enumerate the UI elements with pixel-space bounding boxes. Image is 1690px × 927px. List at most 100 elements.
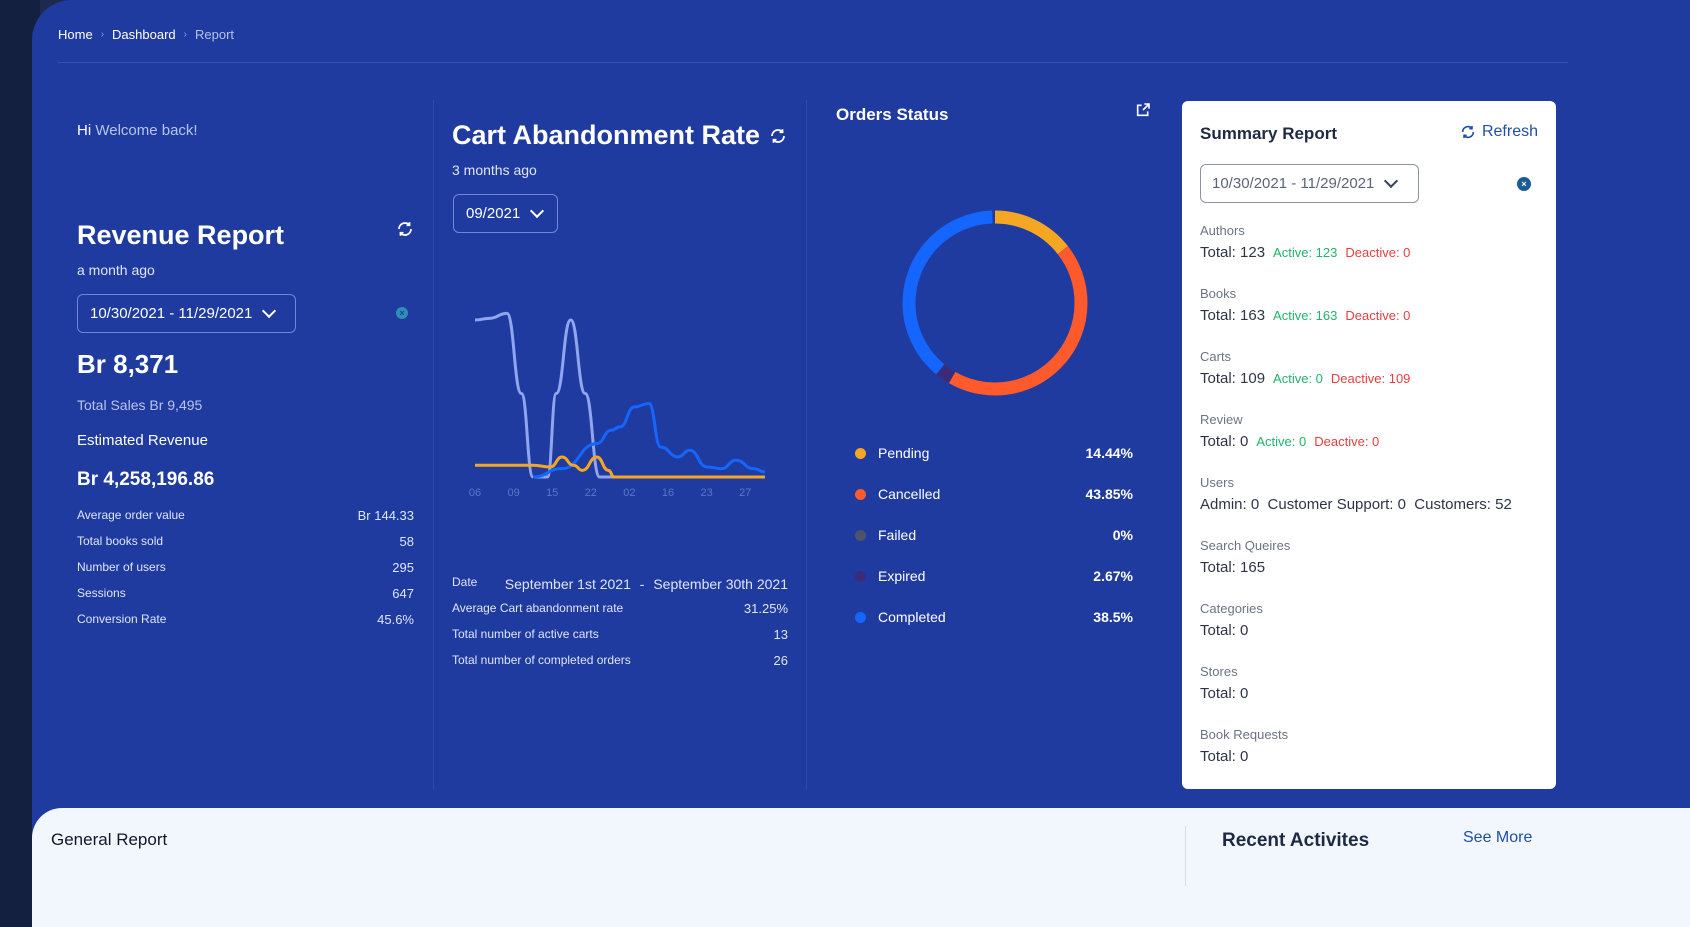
failed-dot xyxy=(855,529,866,541)
breadcrumb-dashboard[interactable]: Dashboard xyxy=(112,27,176,42)
refresh-label: Refresh xyxy=(1481,123,1538,140)
section-label: Books xyxy=(1200,286,1237,301)
x-tick-label: 23 xyxy=(700,487,712,499)
section-total: Total: 0 xyxy=(1200,748,1249,765)
revenue-date-range: 10/30/2021 - 11/29/2021 xyxy=(90,305,253,322)
estimated-revenue-label: Estimated Revenue xyxy=(77,432,208,449)
section-total: Total: 109 xyxy=(1200,370,1266,387)
section-label: Users xyxy=(1200,475,1234,490)
see-more-link[interactable]: See More xyxy=(1463,829,1532,847)
date-label: Date xyxy=(452,575,478,589)
stat-label: Total number of active carts xyxy=(452,627,599,641)
stat-value: 45.6% xyxy=(377,612,414,627)
section-label: Authors xyxy=(1200,223,1245,238)
legend-value: 2.67% xyxy=(1093,568,1133,584)
section-label: Book Requests xyxy=(1200,727,1289,742)
stat-label: Average order value xyxy=(77,508,185,522)
summary-section-stores: Stores Total: 0 xyxy=(1200,664,1248,702)
chevron-down-icon xyxy=(262,303,277,319)
estimated-revenue-value: Br 4,258,196.86 xyxy=(77,469,215,490)
legend-item-cancelled: Cancelled 43.85% xyxy=(855,486,1133,502)
chevron-down-icon xyxy=(530,203,545,219)
cart-subtitle: 3 months ago xyxy=(452,162,537,178)
section-total: Total: 165 xyxy=(1200,559,1266,576)
summary-date-picker[interactable]: 10/30/2021 - 11/29/2021 xyxy=(1200,164,1419,203)
series-line-0 xyxy=(474,311,615,479)
breadcrumb: Home › Dashboard › Report xyxy=(58,27,234,42)
section-total: Total: 163 xyxy=(1200,307,1266,324)
summary-date-range: 10/30/2021 - 11/29/2021 xyxy=(1212,175,1375,192)
cart-title: Cart Abandonment Rate xyxy=(452,120,761,150)
section-label: Review xyxy=(1200,412,1243,427)
x-tick-label: 16 xyxy=(662,487,674,499)
stat-value: 295 xyxy=(392,560,414,575)
month-picker[interactable]: 09/2021 xyxy=(453,194,558,233)
pending-dot xyxy=(855,447,866,459)
total-sales: Total Sales Br 9,495 xyxy=(77,397,203,413)
legend-value: 14.44% xyxy=(1085,445,1133,461)
completed-dot xyxy=(855,611,866,623)
section-label: Search Queires xyxy=(1200,538,1291,553)
clear-date-icon[interactable]: × xyxy=(1517,177,1531,191)
section-deactive: Deactive: 0 xyxy=(1345,308,1411,323)
summary-section-review: Review Total: 0 Active: 0 Deactive: 0 xyxy=(1200,412,1379,450)
stat-label: Number of users xyxy=(77,560,166,574)
refresh-icon[interactable] xyxy=(769,127,787,145)
stat-row: Total books sold 58 xyxy=(77,534,414,549)
stat-row: Conversion Rate 45.6% xyxy=(77,612,414,627)
legend-item-failed: Failed 0% xyxy=(855,527,1133,543)
section-active: Active: 0 xyxy=(1256,434,1307,449)
legend-label: Failed xyxy=(878,527,917,543)
stat-row: Number of users 295 xyxy=(77,560,414,575)
chevron-right-icon: › xyxy=(183,29,187,40)
chevron-down-icon xyxy=(1384,173,1399,189)
summary-section-books: Books Total: 163 Active: 163 Deactive: 0 xyxy=(1200,286,1410,324)
revenue-date-picker[interactable]: 10/30/2021 - 11/29/2021 xyxy=(77,294,296,333)
month-value: 09/2021 xyxy=(466,205,521,222)
date-to: September 30th 2021 xyxy=(653,576,788,592)
orders-title: Orders Status xyxy=(836,105,949,124)
bottom-panel: General Report Recent Activites See More xyxy=(32,808,1690,927)
column-divider xyxy=(433,100,434,790)
legend-item-completed: Completed 38.5% xyxy=(855,609,1133,625)
stat-value: 31.25% xyxy=(743,601,788,616)
x-tick-label: 15 xyxy=(546,487,558,499)
recent-activities-title: Recent Activites xyxy=(1222,830,1370,851)
refresh-icon[interactable] xyxy=(396,220,414,238)
section-deactive: Deactive: 0 xyxy=(1314,434,1380,449)
x-tick-label: 27 xyxy=(739,487,751,499)
greeting: Hi Welcome back! xyxy=(77,122,198,139)
series-line-1 xyxy=(532,402,766,479)
greeting-hi: Hi xyxy=(77,122,92,139)
legend-label: Pending xyxy=(878,445,930,461)
divider xyxy=(1185,826,1186,886)
cart-stat-row: Total number of completed orders 26 xyxy=(452,653,788,668)
greeting-message: Welcome back! xyxy=(95,122,198,139)
stat-label: Total number of completed orders xyxy=(452,653,631,667)
breadcrumb-home[interactable]: Home xyxy=(58,27,93,42)
section-active: Active: 163 xyxy=(1273,308,1338,323)
x-tick-label: 09 xyxy=(507,487,519,499)
expired-dot xyxy=(855,570,866,582)
date-separator: - xyxy=(639,576,645,592)
orders-donut-chart xyxy=(902,210,1088,396)
legend-value: 38.5% xyxy=(1093,609,1133,625)
section-label: Categories xyxy=(1200,601,1263,616)
section-total: Admin: 0 Customer Support: 0 Customers: … xyxy=(1200,496,1512,513)
section-deactive: Deactive: 109 xyxy=(1330,371,1411,386)
general-report-title: General Report xyxy=(51,830,168,849)
revenue-title: Revenue Report xyxy=(77,220,285,250)
date-from: September 1st 2021 xyxy=(504,576,631,592)
chevron-right-icon: › xyxy=(100,29,105,40)
clear-date-icon[interactable]: × xyxy=(396,307,408,319)
series-line-2 xyxy=(475,455,765,479)
section-label: Carts xyxy=(1200,349,1232,364)
revenue-subtitle: a month ago xyxy=(77,262,155,278)
external-link-icon[interactable] xyxy=(1135,102,1151,118)
x-tick-label: 22 xyxy=(585,487,597,499)
revenue-amount: Br 8,371 xyxy=(77,349,179,379)
refresh-button[interactable]: Refresh xyxy=(1460,123,1538,141)
cart-stat-row: Total number of active carts 13 xyxy=(452,627,788,642)
legend-item-pending: Pending 14.44% xyxy=(855,445,1133,461)
section-deactive: Deactive: 0 xyxy=(1345,245,1411,260)
